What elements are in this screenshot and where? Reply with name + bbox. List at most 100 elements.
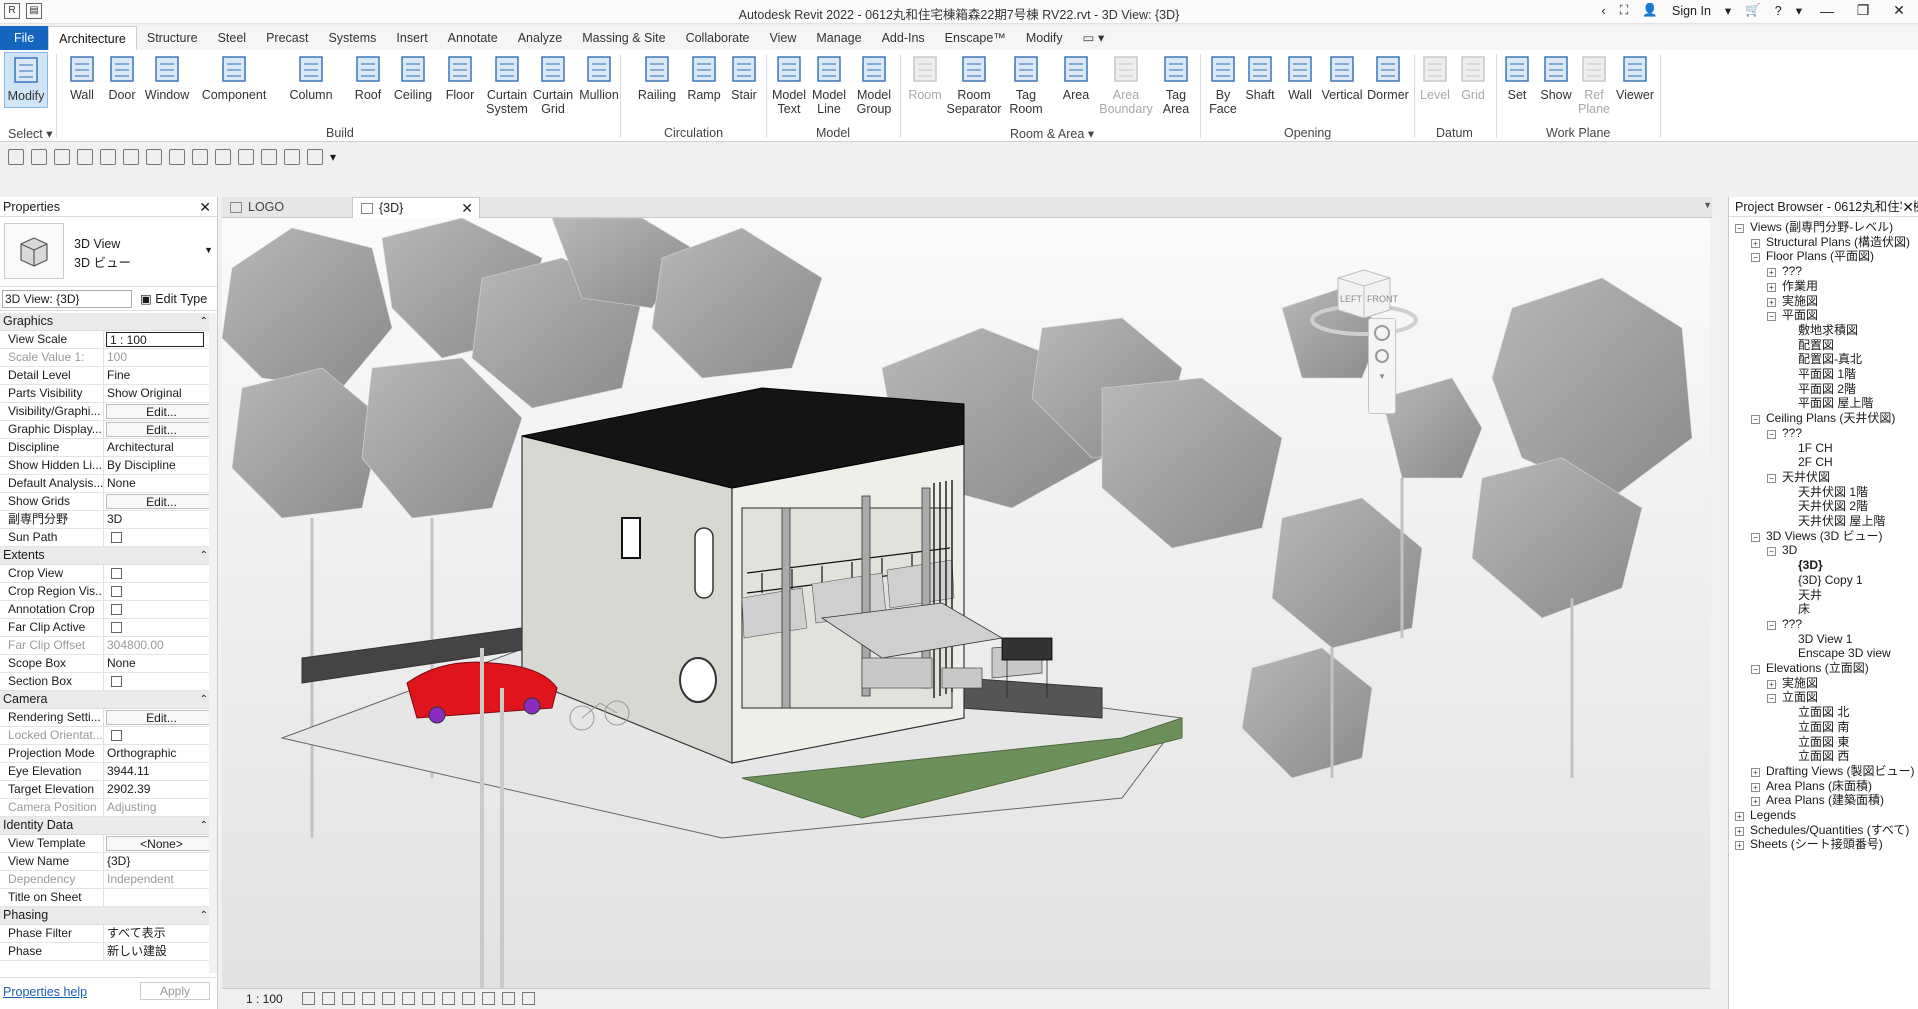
ramp-button[interactable]: Ramp	[684, 52, 724, 102]
tabs-dropdown-icon[interactable]: ▼	[1703, 200, 1712, 210]
ref-plane-button[interactable]: Ref Plane	[1576, 52, 1612, 116]
switch-windows-icon[interactable]	[307, 149, 323, 165]
dimension-icon[interactable]	[169, 149, 185, 165]
property-value[interactable]: 新しい建設	[104, 943, 216, 960]
tab-collaborate[interactable]: Collaborate	[676, 26, 760, 50]
property-value[interactable]	[104, 619, 216, 636]
dormer-button[interactable]: Dormer	[1366, 52, 1410, 102]
property-value[interactable]	[104, 565, 216, 582]
open-icon[interactable]	[8, 149, 24, 165]
property-value[interactable]: すべて表示	[104, 925, 216, 942]
save-icon[interactable]	[31, 149, 47, 165]
collapse-icon[interactable]: −	[1767, 620, 1776, 630]
property-value[interactable]: Show Original	[104, 385, 216, 402]
grid-button[interactable]: Grid	[1456, 52, 1490, 102]
property-edit-button[interactable]: <None>	[106, 836, 214, 851]
crop-view-icon[interactable]	[402, 992, 415, 1005]
temp-hide-icon[interactable]	[462, 992, 475, 1005]
property-value[interactable]: None	[104, 655, 216, 672]
property-edit-button[interactable]: Edit...	[106, 710, 214, 725]
curtain-system-button[interactable]: Curtain System	[484, 52, 530, 116]
collapse-icon[interactable]: −	[1751, 665, 1760, 674]
window-button[interactable]: Window	[142, 52, 192, 102]
wall-button[interactable]: Wall	[62, 52, 102, 102]
view-cube-front-label[interactable]: FRONT	[1367, 294, 1398, 304]
property-group-header[interactable]: Identity Data ⌃	[0, 817, 216, 835]
collapse-icon[interactable]: −	[1767, 694, 1776, 704]
expand-icon[interactable]: +	[1767, 282, 1776, 292]
property-value[interactable]: Fine	[104, 367, 216, 384]
expand-icon[interactable]: +	[1735, 812, 1744, 821]
restore-button[interactable]: ❐	[1852, 2, 1874, 19]
section-icon[interactable]	[238, 149, 254, 165]
lock-view-icon[interactable]	[442, 992, 455, 1005]
steering-wheel-icon[interactable]	[1374, 325, 1390, 341]
property-checkbox[interactable]	[111, 586, 122, 597]
reveal-hidden-icon[interactable]	[482, 992, 495, 1005]
thin-lines-icon[interactable]	[261, 149, 277, 165]
property-value[interactable]: None	[104, 475, 216, 492]
tag-room-button[interactable]: Tag Room	[1006, 52, 1046, 116]
collapse-chevron-icon[interactable]: ⌃	[200, 907, 208, 924]
expand-icon[interactable]: +	[1767, 297, 1776, 307]
view-cube-left-label[interactable]: LEFT	[1340, 294, 1362, 304]
view-cube[interactable]: LEFT FRONT	[1304, 260, 1424, 340]
tab-precast[interactable]: Precast	[256, 26, 318, 50]
property-value[interactable]	[104, 601, 216, 618]
view-instance-select[interactable]: 3D View: {3D}	[2, 290, 132, 308]
room-separator-button[interactable]: Room Separator	[946, 52, 1002, 116]
property-edit-button[interactable]: Edit...	[106, 422, 214, 437]
level-button[interactable]: Level	[1418, 52, 1452, 102]
close-window-button[interactable]: ✕	[1888, 2, 1910, 19]
collapse-icon[interactable]: −	[1767, 429, 1776, 439]
tag-area-button[interactable]: Tag Area	[1156, 52, 1196, 116]
tab-enscape[interactable]: Enscape™	[935, 26, 1016, 50]
expand-icon[interactable]: +	[1735, 841, 1744, 851]
collapse-chevron-icon[interactable]: ⌃	[200, 547, 208, 564]
analytical-icon[interactable]	[522, 992, 535, 1005]
sign-in-dropdown-icon[interactable]: ▾	[1725, 3, 1731, 18]
property-checkbox[interactable]	[111, 532, 122, 543]
shaft-button[interactable]: Shaft	[1242, 52, 1278, 102]
property-value[interactable]: 3944.11	[104, 763, 216, 780]
tab-structure[interactable]: Structure	[137, 26, 208, 50]
binoculars-icon[interactable]: ⛶	[1620, 3, 1629, 18]
property-group-header[interactable]: Extents ⌃	[0, 547, 216, 565]
property-group-header[interactable]: Camera ⌃	[0, 691, 216, 709]
detail-level-icon[interactable]	[302, 992, 315, 1005]
print-icon[interactable]	[123, 149, 139, 165]
property-value[interactable]: {3D}	[104, 853, 216, 870]
show-work-plane-button[interactable]: Show	[1538, 52, 1574, 102]
tab-steel[interactable]: Steel	[208, 26, 257, 50]
help-dropdown-icon[interactable]: ▾	[1796, 3, 1802, 18]
tab-[interactable]: ▭ ▾	[1073, 26, 1115, 50]
show-crop-icon[interactable]	[422, 992, 435, 1005]
rendering-icon[interactable]	[382, 992, 395, 1005]
set-work-plane-button[interactable]: Set	[1500, 52, 1534, 102]
sync-icon[interactable]	[54, 149, 70, 165]
properties-scrollbar[interactable]	[209, 313, 217, 973]
vertical-opening-button[interactable]: Vertical	[1320, 52, 1364, 102]
floor-button[interactable]: Floor	[440, 52, 480, 102]
property-checkbox[interactable]	[111, 622, 122, 633]
redo-icon[interactable]	[100, 149, 116, 165]
property-group-header[interactable]: Phasing ⌃	[0, 907, 216, 925]
edit-type-button[interactable]: ▣ Edit Type	[140, 291, 207, 306]
viewport-scrollbar[interactable]	[1712, 218, 1720, 988]
close-project-browser-icon[interactable]: ✕	[1902, 197, 1914, 216]
undo-icon[interactable]	[77, 149, 93, 165]
property-value[interactable]	[104, 529, 216, 546]
sun-path-icon[interactable]	[342, 992, 355, 1005]
property-checkbox[interactable]	[111, 568, 122, 579]
expand-icon[interactable]: +	[1751, 767, 1760, 777]
property-value[interactable]	[104, 673, 216, 690]
column-button[interactable]: Column	[284, 52, 338, 102]
property-value[interactable]	[104, 583, 216, 600]
mullion-button[interactable]: Mullion	[576, 52, 622, 102]
modify-cursor-button[interactable]: Modify	[4, 52, 48, 108]
tab-modify[interactable]: Modify	[1016, 26, 1073, 50]
area-button[interactable]: Area	[1056, 52, 1096, 102]
model-group-button[interactable]: Model Group	[852, 52, 896, 116]
expand-icon[interactable]: +	[1735, 826, 1744, 836]
collapse-icon[interactable]: −	[1735, 224, 1744, 233]
